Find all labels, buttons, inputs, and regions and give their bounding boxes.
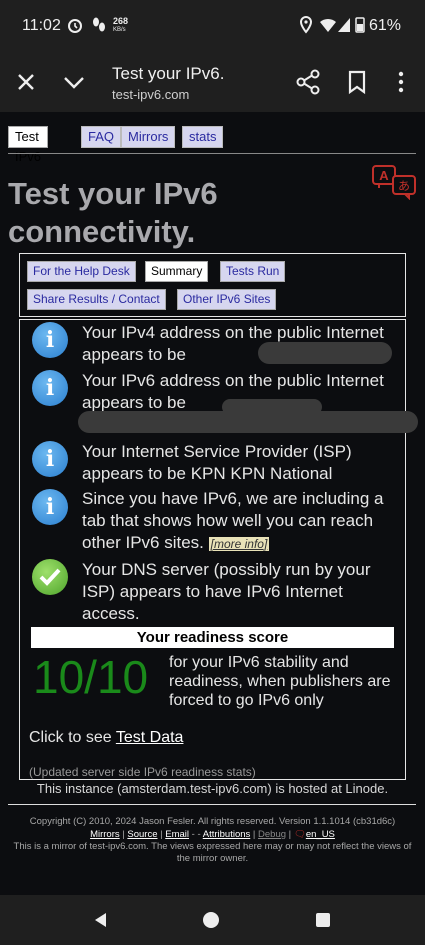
browser-toolbar: Test your IPv6. test-ipv6.com xyxy=(0,52,425,112)
nav-test-ipv6[interactable]: Test IPv6 xyxy=(8,126,48,164)
tab-tests-run[interactable]: Tests Run xyxy=(220,261,286,282)
nav-divider xyxy=(8,153,416,154)
share-icon[interactable] xyxy=(290,64,326,100)
dns-result: Your DNS server (possibly run by your IS… xyxy=(82,560,371,623)
tab-help-desk[interactable]: For the Help Desk xyxy=(27,261,136,282)
footer-source-link[interactable]: Source xyxy=(127,829,157,840)
score-value: 10/10 xyxy=(33,651,149,703)
nav-mirrors[interactable]: Mirrors xyxy=(121,126,176,148)
nav-faq[interactable]: FAQ xyxy=(81,126,122,148)
click-to-see: Click to see Test Data xyxy=(29,729,183,747)
web-page: Test IPv6 FAQ Mirrors stats A あ Test you… xyxy=(0,112,425,895)
battery-icon xyxy=(355,17,365,33)
footer-divider xyxy=(8,804,416,805)
network-speed: 268 KB/s xyxy=(113,17,128,35)
tab-other-sites[interactable]: Other IPv6 Sites xyxy=(177,289,277,310)
tab-notice: Since you have IPv6, we are including a … xyxy=(82,488,392,555)
hosted-note: This instance (amsterdam.test-ipv6.com) … xyxy=(36,781,389,796)
status-time: 11:02 xyxy=(22,17,61,34)
redacted-ipv4 xyxy=(258,342,392,364)
page-url[interactable]: test-ipv6.com xyxy=(112,87,189,102)
svg-text:あ: あ xyxy=(398,179,410,193)
checkmark-icon xyxy=(32,559,68,595)
footer-lang-link[interactable]: en_US xyxy=(306,829,335,840)
home-icon[interactable] xyxy=(202,911,220,929)
close-icon[interactable] xyxy=(8,64,44,100)
score-description: for your IPv6 stability and readiness, w… xyxy=(169,654,391,709)
battery-percent: 61% xyxy=(369,17,402,34)
updated-stats-link[interactable]: (Updated server side IPv6 readiness stat… xyxy=(29,765,256,779)
info-icon: i xyxy=(32,370,68,406)
footer-mirrors-link[interactable]: Mirrors xyxy=(90,829,120,840)
tab-box: For the Help Desk Summary Tests Run Shar… xyxy=(19,253,406,317)
speed-unit: KB/s xyxy=(113,27,126,33)
back-icon[interactable] xyxy=(92,911,110,929)
info-icon: i xyxy=(32,441,68,477)
page-heading: Test your IPv6 connectivity. xyxy=(8,176,218,249)
footer-attributions-link[interactable]: Attributions xyxy=(203,829,251,840)
click-to-see-text: Click to see xyxy=(29,729,112,746)
wifi-icon xyxy=(320,18,336,32)
chevron-down-icon[interactable] xyxy=(56,64,92,100)
copyright: Copyright (C) 2010, 2024 Jason Fesler. A… xyxy=(29,816,396,827)
footer-links: Mirrors | Source | Email - - Attribution… xyxy=(90,829,335,840)
more-vert-icon[interactable] xyxy=(383,64,419,100)
recents-icon[interactable] xyxy=(314,911,332,929)
page-title: Test your IPv6. xyxy=(112,64,225,83)
bookmark-icon[interactable] xyxy=(339,64,375,100)
tab-share-results[interactable]: Share Results / Contact xyxy=(27,289,166,310)
speed-value: 268 xyxy=(113,16,129,26)
redacted-ipv6-line2 xyxy=(78,411,418,433)
alarm-icon xyxy=(68,19,82,33)
location-icon xyxy=(299,16,313,34)
isp-result: Your Internet Service Provider (ISP) app… xyxy=(82,442,352,483)
tab-summary[interactable]: Summary xyxy=(145,261,209,282)
nav-stats[interactable]: stats xyxy=(182,126,224,148)
lang-small-icon: 🗨 xyxy=(293,829,306,840)
info-icon: i xyxy=(32,322,68,358)
info-icon: i xyxy=(32,489,68,525)
footer-debug-link[interactable]: Debug xyxy=(258,829,286,840)
footsteps-icon xyxy=(93,17,105,32)
system-nav-bar xyxy=(0,895,425,945)
status-bar: 11:02 268 KB/s 61% xyxy=(0,0,425,52)
test-data-link[interactable]: Test Data xyxy=(116,729,184,746)
footer-email-link[interactable]: Email xyxy=(165,829,189,840)
svg-text:A: A xyxy=(379,168,389,183)
signal-icon xyxy=(338,18,350,32)
score-header: Your readiness score xyxy=(31,627,394,648)
language-icon[interactable]: A あ xyxy=(371,164,417,200)
more-info-link[interactable]: [more info] xyxy=(208,537,270,551)
mirror-note: This is a mirror of test-ipv6.com. The v… xyxy=(13,841,412,864)
